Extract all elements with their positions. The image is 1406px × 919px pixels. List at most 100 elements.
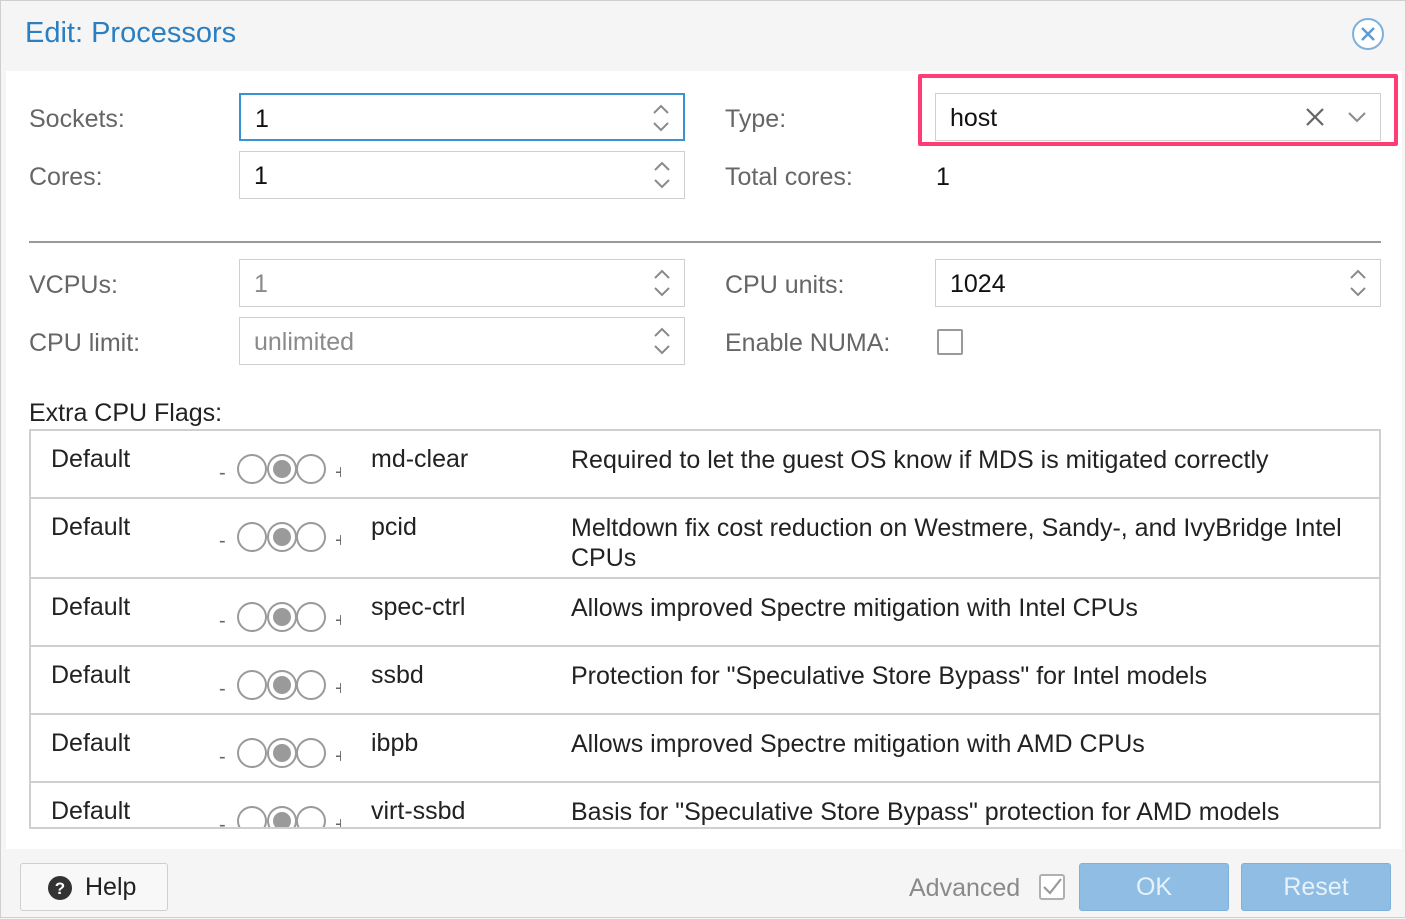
minus-label: - — [219, 462, 226, 484]
cpu-flag-row: Default-+ibpbAllows improved Spectre mit… — [31, 715, 1379, 783]
radio-on[interactable] — [296, 806, 326, 829]
help-button[interactable]: ? Help — [20, 863, 168, 911]
radio-selected-dot — [273, 528, 291, 546]
flag-name: ssbd — [371, 661, 424, 689]
enable-numa-checkbox[interactable] — [937, 329, 963, 355]
dialog-title: Edit: Processors — [25, 17, 237, 49]
radio-selected-dot — [273, 744, 291, 762]
reset-button[interactable]: Reset — [1241, 863, 1391, 911]
cpu-flag-row: Default-+md-clearRequired to let the gue… — [31, 431, 1379, 499]
vcpus-spinner-field[interactable]: 1 — [239, 259, 685, 307]
flag-state: Default — [51, 661, 131, 689]
sockets-label: Sockets: — [29, 105, 125, 133]
flag-name: virt-ssbd — [371, 797, 466, 825]
advanced-separator — [29, 241, 1381, 243]
radio-on[interactable] — [296, 670, 326, 700]
type-field-highlight — [918, 74, 1398, 146]
flag-description: Allows improved Spectre mitigation with … — [571, 730, 1145, 758]
minus-label: - — [219, 530, 226, 552]
minus-label: - — [219, 610, 226, 632]
svg-text:?: ? — [55, 879, 65, 898]
vcpus-value: 1 — [254, 270, 268, 298]
sockets-spinner-field[interactable]: 1 — [239, 93, 685, 141]
radio-on[interactable] — [296, 738, 326, 768]
radio-off[interactable] — [237, 806, 267, 829]
plus-label: + — [335, 746, 341, 768]
minus-label: - — [219, 814, 226, 829]
plus-label: + — [335, 530, 341, 552]
cpu-flag-row: Default-+pcidMeltdown fix cost reduction… — [31, 499, 1379, 579]
flag-description: Required to let the guest OS know if MDS… — [571, 446, 1269, 474]
tristate-selector[interactable]: -+ — [161, 451, 341, 487]
enable-numa-label: Enable NUMA: — [725, 329, 891, 357]
flag-state: Default — [51, 797, 131, 825]
extra-cpu-flags-label: Extra CPU Flags: — [29, 399, 223, 427]
spinner-arrows-icon[interactable] — [1348, 267, 1368, 299]
cpu-units-value: 1024 — [950, 270, 1006, 298]
flag-name: spec-ctrl — [371, 593, 466, 621]
cpu-flag-row: Default-+spec-ctrlAllows improved Spectr… — [31, 579, 1379, 647]
tristate-selector[interactable]: -+ — [161, 519, 341, 555]
radio-off[interactable] — [237, 738, 267, 768]
spinner-arrows-icon[interactable] — [652, 267, 672, 299]
edit-processors-dialog: Edit: Processors Sockets: 1 Cores: 1 Typ… — [0, 0, 1406, 918]
flag-description: Meltdown fix cost reduction on Westmere,… — [571, 514, 1342, 572]
plus-label: + — [335, 610, 341, 632]
spinner-arrows-icon[interactable] — [652, 325, 672, 357]
cores-value: 1 — [254, 162, 268, 190]
plus-label: + — [335, 678, 341, 700]
flag-name: ibpb — [371, 729, 419, 757]
flag-description: Protection for "Speculative Store Bypass… — [571, 662, 1208, 690]
radio-on[interactable] — [296, 454, 326, 484]
flag-state: Default — [51, 513, 131, 541]
flag-name: md-clear — [371, 445, 469, 473]
ok-button[interactable]: OK — [1079, 863, 1229, 911]
type-label: Type: — [725, 105, 787, 133]
sockets-value: 1 — [255, 105, 269, 133]
minus-label: - — [219, 746, 226, 768]
tristate-selector[interactable]: -+ — [161, 803, 341, 829]
advanced-checkbox[interactable] — [1039, 874, 1065, 900]
flag-description: Allows improved Spectre mitigation with … — [571, 594, 1138, 622]
plus-label: + — [335, 462, 341, 484]
vcpus-label: VCPUs: — [29, 271, 118, 299]
dialog-titlebar: Edit: Processors — [1, 1, 1405, 71]
radio-on[interactable] — [296, 602, 326, 632]
cpu-units-spinner-field[interactable]: 1024 — [935, 259, 1381, 307]
flag-name: pcid — [371, 513, 417, 541]
flag-state: Default — [51, 445, 131, 473]
flag-description: Basis for "Speculative Store Bypass" pro… — [571, 798, 1280, 826]
tristate-selector[interactable]: -+ — [161, 599, 341, 635]
radio-selected-dot — [273, 676, 291, 694]
radio-off[interactable] — [237, 602, 267, 632]
radio-off[interactable] — [237, 522, 267, 552]
radio-selected-dot — [273, 460, 291, 478]
cpu-flag-row: Default-+ssbdProtection for "Speculative… — [31, 647, 1379, 715]
tristate-selector[interactable]: -+ — [161, 667, 341, 703]
flag-state: Default — [51, 593, 131, 621]
cores-label: Cores: — [29, 163, 103, 191]
question-circle-icon: ? — [48, 876, 72, 900]
cpu-flags-grid[interactable]: Default-+md-clearRequired to let the gue… — [29, 429, 1381, 829]
cores-spinner-field[interactable]: 1 — [239, 151, 685, 199]
spinner-arrows-icon[interactable] — [651, 102, 671, 134]
cpu-limit-spinner-field[interactable]: unlimited — [239, 317, 685, 365]
minus-label: - — [219, 678, 226, 700]
radio-off[interactable] — [237, 670, 267, 700]
radio-off[interactable] — [237, 454, 267, 484]
cpu-units-label: CPU units: — [725, 271, 845, 299]
radio-selected-dot — [273, 608, 291, 626]
plus-label: + — [335, 814, 341, 829]
cpu-flag-row: Default-+virt-ssbdBasis for "Speculative… — [31, 783, 1379, 829]
tristate-selector[interactable]: -+ — [161, 735, 341, 771]
spinner-arrows-icon[interactable] — [652, 159, 672, 191]
advanced-label: Advanced — [909, 874, 1021, 902]
flag-state: Default — [51, 729, 131, 757]
total-cores-label: Total cores: — [725, 163, 853, 191]
cpu-limit-value: unlimited — [254, 328, 355, 356]
total-cores-value: 1 — [936, 163, 950, 191]
cpu-limit-label: CPU limit: — [29, 329, 141, 357]
close-icon[interactable] — [1351, 17, 1385, 51]
help-label: Help — [85, 873, 137, 901]
radio-on[interactable] — [296, 522, 326, 552]
